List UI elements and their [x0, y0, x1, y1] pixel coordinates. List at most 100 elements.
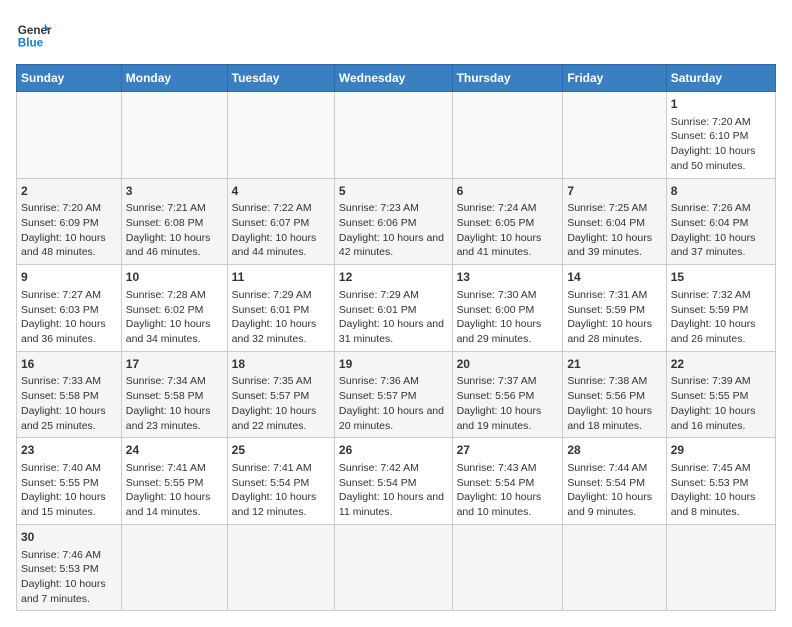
day-number: 11 [232, 269, 330, 286]
calendar-cell: 26 Sunrise: 7:42 AM Sunset: 5:54 PM Dayli… [334, 438, 452, 525]
calendar-cell: 23 Sunrise: 7:40 AM Sunset: 5:55 PM Dayli… [17, 438, 122, 525]
calendar-cell: 30 Sunrise: 7:46 AM Sunset: 5:53 PM Dayli… [17, 524, 122, 611]
calendar-week-3: 9Sunrise: 7:27 AM Sunset: 6:03 PM Daylig… [17, 265, 776, 352]
day-info: Sunrise: 7:45 AM Sunset: 5:53 PM Dayligh… [671, 461, 771, 520]
day-info: Sunrise: 7:33 AM Sunset: 5:58 PM Dayligh… [21, 374, 117, 433]
day-number: 29 [671, 442, 771, 459]
day-info: Sunrise: 7:39 AM Sunset: 5:55 PM Dayligh… [671, 374, 771, 433]
day-info: Sunrise: 7:24 AM Sunset: 6:05 PM Dayligh… [457, 201, 559, 260]
calendar-cell: 27 Sunrise: 7:43 AM Sunset: 5:54 PM Dayli… [452, 438, 563, 525]
calendar-cell: 7Sunrise: 7:25 AM Sunset: 6:04 PM Daylig… [563, 178, 666, 265]
day-number: 14 [567, 269, 661, 286]
calendar-cell [227, 92, 334, 179]
day-number: 25 [232, 442, 330, 459]
day-number: 26 [339, 442, 448, 459]
weekday-header-tuesday: Tuesday [227, 65, 334, 92]
weekday-header-thursday: Thursday [452, 65, 563, 92]
day-info: Sunrise: 7:36 AM Sunset: 5:57 PM Dayligh… [339, 374, 448, 433]
calendar-cell: 1 Sunrise: 7:20 AM Sunset: 6:10 PM Daylig… [666, 92, 775, 179]
calendar-week-1: 1 Sunrise: 7:20 AM Sunset: 6:10 PM Daylig… [17, 92, 776, 179]
calendar-cell [666, 524, 775, 611]
day-number: 6 [457, 183, 559, 200]
weekday-header-row: SundayMondayTuesdayWednesdayThursdayFrid… [17, 65, 776, 92]
calendar-cell [334, 524, 452, 611]
weekday-header-monday: Monday [121, 65, 227, 92]
day-number: 8 [671, 183, 771, 200]
day-number: 21 [567, 356, 661, 373]
day-number: 30 [21, 529, 117, 546]
day-info: Sunrise: 7:41 AM Sunset: 5:55 PM Dayligh… [126, 461, 223, 520]
day-number: 7 [567, 183, 661, 200]
day-info: Sunrise: 7:31 AM Sunset: 5:59 PM Dayligh… [567, 288, 661, 347]
weekday-header-wednesday: Wednesday [334, 65, 452, 92]
day-info: Sunrise: 7:40 AM Sunset: 5:55 PM Dayligh… [21, 461, 117, 520]
day-number: 1 [671, 96, 771, 113]
day-number: 23 [21, 442, 117, 459]
logo-icon: General Blue [16, 16, 52, 52]
day-info: Sunrise: 7:34 AM Sunset: 5:58 PM Dayligh… [126, 374, 223, 433]
weekday-header-friday: Friday [563, 65, 666, 92]
day-info: Sunrise: 7:42 AM Sunset: 5:54 PM Dayligh… [339, 461, 448, 520]
calendar-week-5: 23 Sunrise: 7:40 AM Sunset: 5:55 PM Dayli… [17, 438, 776, 525]
day-info: Sunrise: 7:26 AM Sunset: 6:04 PM Dayligh… [671, 201, 771, 260]
day-number: 22 [671, 356, 771, 373]
day-number: 15 [671, 269, 771, 286]
day-number: 17 [126, 356, 223, 373]
calendar-table: SundayMondayTuesdayWednesdayThursdayFrid… [16, 64, 776, 611]
day-info: Sunrise: 7:29 AM Sunset: 6:01 PM Dayligh… [339, 288, 448, 347]
day-info: Sunrise: 7:22 AM Sunset: 6:07 PM Dayligh… [232, 201, 330, 260]
calendar-cell: 4Sunrise: 7:22 AM Sunset: 6:07 PM Daylig… [227, 178, 334, 265]
calendar-cell: 8Sunrise: 7:26 AM Sunset: 6:04 PM Daylig… [666, 178, 775, 265]
calendar-cell: 14 Sunrise: 7:31 AM Sunset: 5:59 PM Dayli… [563, 265, 666, 352]
day-number: 12 [339, 269, 448, 286]
calendar-week-2: 2Sunrise: 7:20 AM Sunset: 6:09 PM Daylig… [17, 178, 776, 265]
day-number: 5 [339, 183, 448, 200]
day-number: 16 [21, 356, 117, 373]
page-header: General Blue [16, 16, 776, 52]
weekday-header-sunday: Sunday [17, 65, 122, 92]
calendar-cell [452, 92, 563, 179]
calendar-cell: 22Sunrise: 7:39 AM Sunset: 5:55 PM Dayli… [666, 351, 775, 438]
svg-text:Blue: Blue [18, 37, 44, 50]
weekday-header-saturday: Saturday [666, 65, 775, 92]
day-number: 19 [339, 356, 448, 373]
day-number: 13 [457, 269, 559, 286]
day-info: Sunrise: 7:25 AM Sunset: 6:04 PM Dayligh… [567, 201, 661, 260]
calendar-cell: 15 Sunrise: 7:32 AM Sunset: 5:59 PM Dayli… [666, 265, 775, 352]
calendar-cell [17, 92, 122, 179]
day-info: Sunrise: 7:23 AM Sunset: 6:06 PM Dayligh… [339, 201, 448, 260]
day-info: Sunrise: 7:43 AM Sunset: 5:54 PM Dayligh… [457, 461, 559, 520]
calendar-cell: 16Sunrise: 7:33 AM Sunset: 5:58 PM Dayli… [17, 351, 122, 438]
day-number: 20 [457, 356, 559, 373]
day-info: Sunrise: 7:46 AM Sunset: 5:53 PM Dayligh… [21, 548, 117, 607]
calendar-week-6: 30 Sunrise: 7:46 AM Sunset: 5:53 PM Dayli… [17, 524, 776, 611]
day-info: Sunrise: 7:28 AM Sunset: 6:02 PM Dayligh… [126, 288, 223, 347]
calendar-cell: 10Sunrise: 7:28 AM Sunset: 6:02 PM Dayli… [121, 265, 227, 352]
calendar-cell: 6Sunrise: 7:24 AM Sunset: 6:05 PM Daylig… [452, 178, 563, 265]
day-info: Sunrise: 7:41 AM Sunset: 5:54 PM Dayligh… [232, 461, 330, 520]
day-number: 28 [567, 442, 661, 459]
day-info: Sunrise: 7:21 AM Sunset: 6:08 PM Dayligh… [126, 201, 223, 260]
day-number: 9 [21, 269, 117, 286]
day-info: Sunrise: 7:20 AM Sunset: 6:09 PM Dayligh… [21, 201, 117, 260]
day-info: Sunrise: 7:30 AM Sunset: 6:00 PM Dayligh… [457, 288, 559, 347]
calendar-cell: 11 Sunrise: 7:29 AM Sunset: 6:01 PM Dayli… [227, 265, 334, 352]
logo: General Blue [16, 16, 52, 52]
day-info: Sunrise: 7:32 AM Sunset: 5:59 PM Dayligh… [671, 288, 771, 347]
calendar-cell: 17Sunrise: 7:34 AM Sunset: 5:58 PM Dayli… [121, 351, 227, 438]
calendar-cell: 29 Sunrise: 7:45 AM Sunset: 5:53 PM Dayli… [666, 438, 775, 525]
day-info: Sunrise: 7:29 AM Sunset: 6:01 PM Dayligh… [232, 288, 330, 347]
calendar-cell: 25 Sunrise: 7:41 AM Sunset: 5:54 PM Dayli… [227, 438, 334, 525]
day-info: Sunrise: 7:20 AM Sunset: 6:10 PM Dayligh… [671, 115, 771, 174]
calendar-cell: 3Sunrise: 7:21 AM Sunset: 6:08 PM Daylig… [121, 178, 227, 265]
calendar-cell: 19Sunrise: 7:36 AM Sunset: 5:57 PM Dayli… [334, 351, 452, 438]
day-number: 18 [232, 356, 330, 373]
calendar-week-4: 16Sunrise: 7:33 AM Sunset: 5:58 PM Dayli… [17, 351, 776, 438]
svg-text:General: General [18, 24, 52, 37]
calendar-cell: 2Sunrise: 7:20 AM Sunset: 6:09 PM Daylig… [17, 178, 122, 265]
day-number: 27 [457, 442, 559, 459]
calendar-cell [452, 524, 563, 611]
calendar-cell: 9Sunrise: 7:27 AM Sunset: 6:03 PM Daylig… [17, 265, 122, 352]
day-number: 4 [232, 183, 330, 200]
calendar-cell: 12 Sunrise: 7:29 AM Sunset: 6:01 PM Dayli… [334, 265, 452, 352]
